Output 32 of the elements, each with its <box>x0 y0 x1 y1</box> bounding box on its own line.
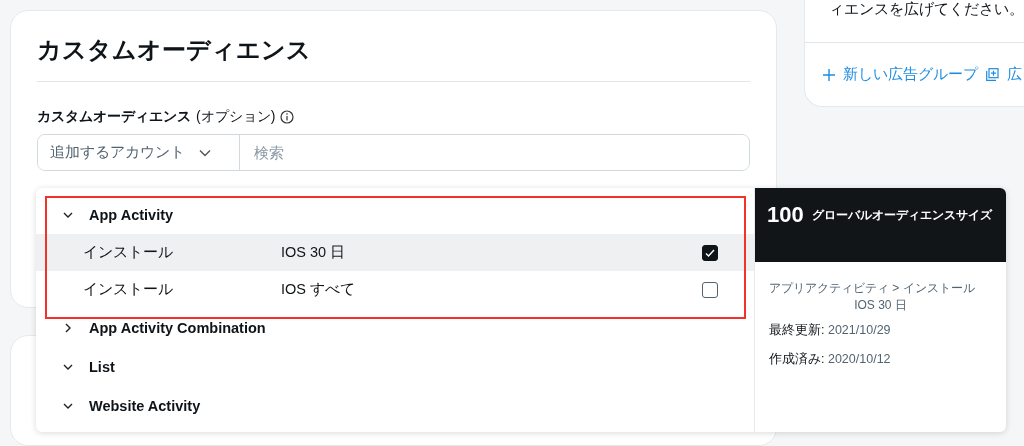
info-text: ィエンスを広げてください。 <box>828 0 1024 19</box>
add-square-icon <box>986 68 999 81</box>
plus-icon <box>823 68 835 81</box>
link[interactable]: 広 <box>1007 65 1022 84</box>
fact-label: 最終更新: <box>769 323 825 337</box>
new-ad-group-link[interactable]: 新しい広告グループ <box>843 65 978 84</box>
audience-count: 100 <box>767 202 804 228</box>
audience-path: アプリアクティビティ > インストール <box>769 280 976 297</box>
tree-group[interactable]: Website Activity <box>36 386 754 425</box>
fact-label: 作成済み: <box>769 352 825 366</box>
item-type: インストール <box>83 280 174 299</box>
chevron-icon <box>199 148 211 157</box>
checkbox[interactable] <box>702 281 718 298</box>
audience-size-label: グローバルオーディエンスサイズ <box>811 207 994 224</box>
field-label-note: (オプション) <box>196 108 276 126</box>
card-title: カスタムオーディエンス <box>37 35 312 65</box>
search-field[interactable]: 追加するアカウント 検索 <box>37 134 750 171</box>
audience-name: IOS 30 日 <box>853 297 908 314</box>
fact-value: 2021/10/29 <box>827 323 891 337</box>
item-name: IOS すべて <box>281 280 356 299</box>
tree-group[interactable]: App Activity Combination <box>36 308 754 347</box>
checkbox[interactable] <box>702 244 718 261</box>
account-dropdown[interactable]: 追加するアカウント <box>38 135 240 170</box>
info-icon[interactable] <box>280 110 295 124</box>
fact-value: 2020/10/12 <box>827 352 891 366</box>
item-name: IOS 30 日 <box>281 243 347 262</box>
item-type: インストール <box>83 243 174 262</box>
tree-group[interactable]: App Activity <box>36 195 754 234</box>
field-label: カスタムオーディエンス <box>37 108 191 126</box>
tree-group[interactable]: List <box>36 347 754 386</box>
list-item[interactable]: インストール IOS 30 日 <box>36 234 754 271</box>
list-item[interactable]: インストール IOS すべて <box>36 271 754 308</box>
